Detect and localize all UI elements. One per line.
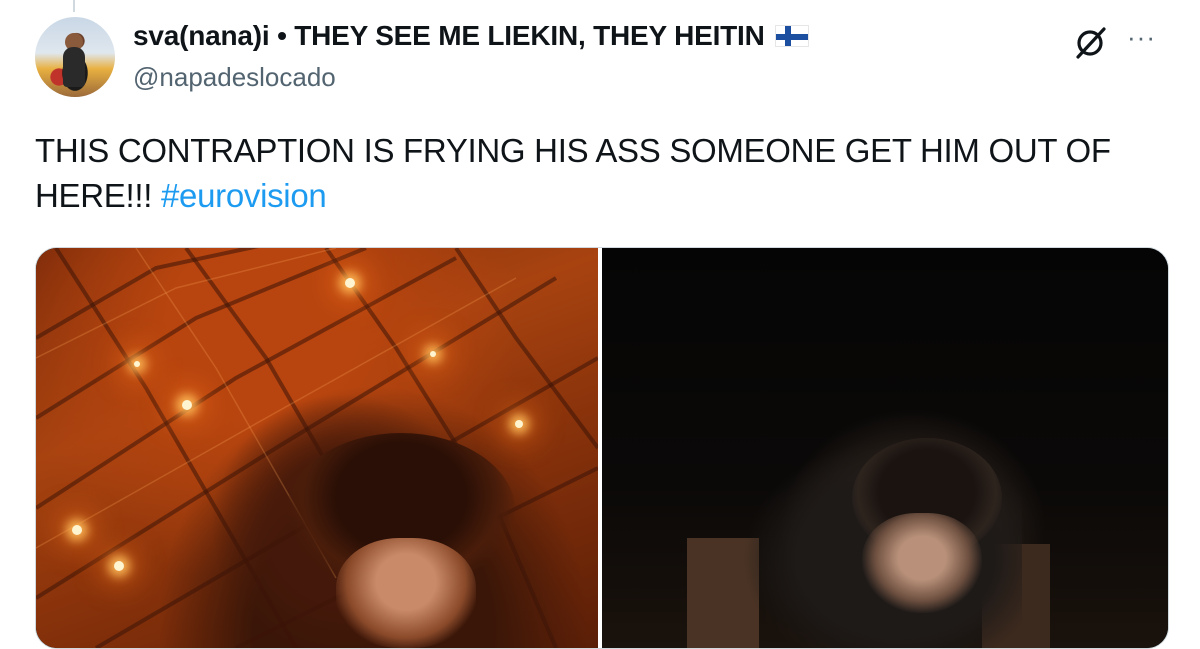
performer-face <box>336 538 476 648</box>
finland-flag-icon <box>774 25 809 47</box>
stage-light <box>345 278 355 288</box>
stage-light <box>134 361 140 367</box>
display-name-row[interactable]: sva(nana)i • THEY SEE ME LIEKIN, THEY HE… <box>133 20 809 52</box>
stage-light <box>430 351 436 357</box>
avatar-figure <box>63 47 85 87</box>
photo-right[interactable] <box>602 248 1168 648</box>
grok-icon[interactable] <box>1073 24 1109 60</box>
net-overlay <box>36 248 598 648</box>
stage-light <box>182 400 192 410</box>
stage-light <box>114 561 124 571</box>
thread-connector-line <box>73 0 75 12</box>
performer-face <box>862 513 982 613</box>
more-options-icon[interactable]: ··· <box>1127 22 1156 52</box>
hashtag-link[interactable]: #eurovision <box>161 177 327 214</box>
avatar[interactable] <box>35 17 115 97</box>
user-handle[interactable]: @napadeslocado <box>133 62 336 93</box>
photo-left[interactable] <box>36 248 598 648</box>
stage-light <box>515 420 523 428</box>
stage-light <box>72 525 82 535</box>
display-name[interactable]: sva(nana)i • THEY SEE ME LIEKIN, THEY HE… <box>133 20 765 52</box>
tweet-text: THIS CONTRAPTION IS FRYING HIS ASS SOMEO… <box>35 128 1155 218</box>
media-grid <box>35 247 1169 649</box>
